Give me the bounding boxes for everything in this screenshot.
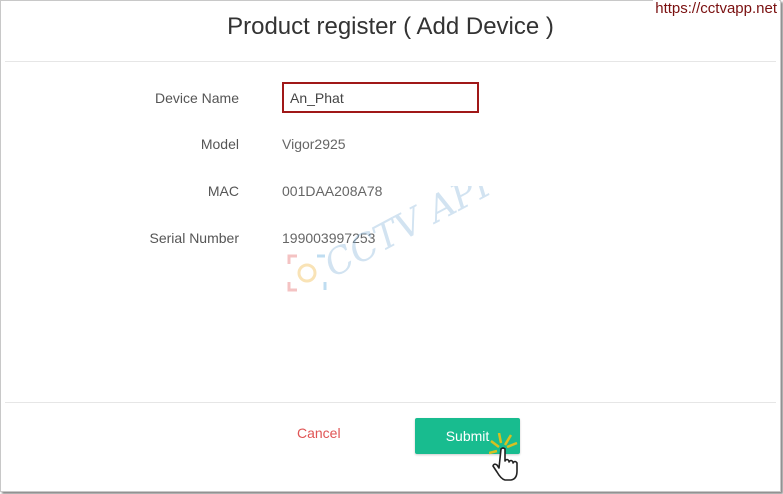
add-device-dialog: Product register ( Add Device ) Device N… xyxy=(0,0,781,492)
submit-button[interactable]: Submit xyxy=(415,418,520,454)
mac-row: MAC 001DAA208A78 xyxy=(1,175,780,207)
mac-value: 001DAA208A78 xyxy=(282,183,383,199)
serial-number-label: Serial Number xyxy=(149,230,239,246)
header-divider xyxy=(5,61,776,62)
dialog-title: Product register ( Add Device ) xyxy=(227,13,554,40)
device-name-row: Device Name xyxy=(1,82,780,114)
site-url-watermark: https://cctvapp.net xyxy=(653,0,779,17)
serial-number-row: Serial Number 199003997253 xyxy=(1,222,780,254)
mac-label: MAC xyxy=(207,183,239,199)
model-row: Model Vigor2925 xyxy=(1,128,780,160)
serial-number-value: 199003997253 xyxy=(282,230,376,246)
cancel-button[interactable]: Cancel xyxy=(297,425,341,441)
model-label: Model xyxy=(200,136,239,152)
device-name-input[interactable] xyxy=(282,82,479,113)
footer-divider xyxy=(5,402,776,403)
model-value: Vigor2925 xyxy=(282,136,346,152)
device-name-label: Device Name xyxy=(154,90,239,106)
